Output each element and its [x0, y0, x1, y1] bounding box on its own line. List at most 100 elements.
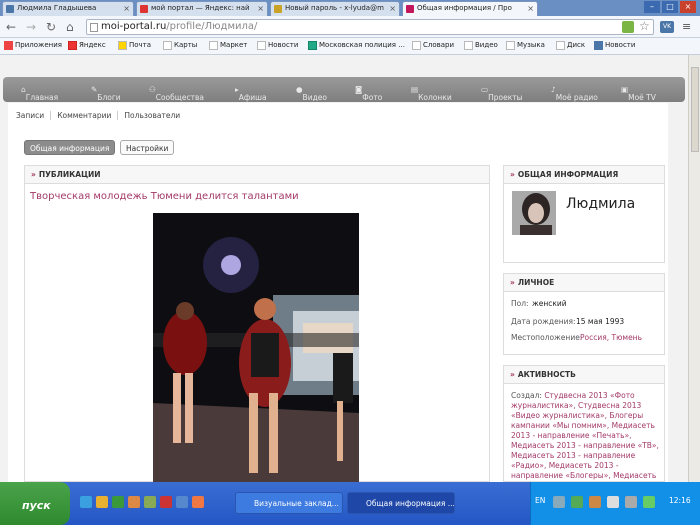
bookmark-item[interactable]: Яндекс [68, 41, 106, 50]
forward-icon[interactable]: → [26, 20, 36, 34]
quicklaunch-app2-icon[interactable] [176, 496, 188, 508]
subnav-comments[interactable]: Комментарии [57, 111, 119, 120]
minimize-icon[interactable]: – [644, 1, 660, 13]
tray-icon[interactable] [571, 496, 583, 508]
page-icon [163, 41, 172, 50]
tab-1[interactable]: Людмила Гладышева × [2, 1, 134, 16]
bookmark-item[interactable]: Диск [556, 41, 585, 50]
taskbar-window-1[interactable]: Визуальные заклад... [235, 492, 343, 514]
close-tab-icon[interactable]: × [389, 4, 396, 13]
close-window-icon[interactable]: × [680, 1, 696, 13]
activity-header-label: АКТИВНОСТЬ [517, 370, 576, 379]
bookmark-item[interactable]: Новости [257, 41, 299, 50]
quicklaunch-ie-icon[interactable] [80, 496, 92, 508]
avatar-image [512, 191, 556, 235]
publication-photo[interactable] [153, 213, 359, 485]
nav-tv[interactable]: ▣ Моё TV [621, 85, 656, 102]
close-tab-icon[interactable]: × [257, 4, 264, 13]
tab-2[interactable]: мой портал — Яндекс: най × [136, 1, 268, 16]
scrollbar-thumb[interactable] [691, 67, 699, 152]
bookmark-label: Новости [605, 41, 636, 49]
police-icon [308, 41, 317, 50]
volume-icon[interactable] [625, 496, 637, 508]
tab-3[interactable]: Новый пароль - x-lyuda@m × [270, 1, 400, 16]
page-icon [209, 41, 218, 50]
nav-home[interactable]: ⌂ Главная [21, 85, 58, 102]
start-button[interactable]: пуск [0, 482, 70, 525]
vk-extension-icon[interactable]: VK [660, 21, 674, 33]
taskbar-window-2[interactable]: Общая информация ... [347, 492, 455, 514]
home-icon[interactable]: ⌂ [66, 20, 74, 34]
quicklaunch-opera-icon[interactable] [160, 496, 172, 508]
browser-toolbar: ← → ↻ ⌂ moi-portal.ru/profile/Людмила/ ☆… [0, 16, 700, 38]
nav-afisha[interactable]: ▸ Афиша [235, 85, 267, 102]
page-icon [506, 41, 515, 50]
url-host: moi-portal.ru [101, 21, 167, 32]
bookmark-item[interactable]: Словари [412, 41, 454, 50]
nav-radio[interactable]: ♪ Моё радио [551, 85, 598, 102]
nav-video[interactable]: ● Видео [296, 85, 327, 102]
portal-favicon-icon [406, 5, 414, 13]
bookmark-item[interactable]: Приложения [4, 41, 62, 50]
yandex-icon [68, 41, 77, 50]
nav-photo[interactable]: ◙ Фото [355, 85, 382, 102]
quicklaunch-folder-icon[interactable] [96, 496, 108, 508]
close-tab-icon[interactable]: × [123, 4, 130, 13]
subnav-users[interactable]: Пользователи [124, 111, 186, 120]
profile-name: Людмила [566, 196, 636, 212]
reload-icon[interactable]: ↻ [46, 20, 56, 34]
bookmark-item[interactable]: Новости [594, 41, 636, 50]
taskbar-window-label: Общая информация ... [366, 499, 455, 508]
bookmark-label: Маркет [220, 41, 248, 49]
nav-label: Колонки [418, 93, 452, 102]
address-bar[interactable]: moi-portal.ru/profile/Людмила/ [86, 19, 654, 35]
avatar[interactable] [512, 191, 556, 235]
quicklaunch-app3-icon[interactable] [192, 496, 204, 508]
tab-4-active[interactable]: Общая информация / Про × [402, 1, 538, 16]
page-icon [90, 23, 98, 32]
quicklaunch-chrome-icon[interactable] [112, 496, 124, 508]
bookmark-item[interactable]: Видео [464, 41, 498, 50]
extension-icon[interactable] [622, 21, 634, 33]
maximize-icon[interactable]: □ [662, 1, 678, 13]
tab-general-info[interactable]: Общая информация [24, 140, 116, 155]
nav-label: Видео [302, 93, 327, 102]
bookmark-item[interactable]: Карты [163, 41, 197, 50]
scrollbar[interactable] [688, 55, 700, 482]
location-link[interactable]: Россия, Тюмень [580, 333, 642, 342]
tray-icon[interactable] [589, 496, 601, 508]
bookmark-item[interactable]: Московская полиция ... [308, 41, 405, 50]
nav-label: Проекты [488, 93, 523, 102]
bookmark-item[interactable]: Почта [118, 41, 151, 50]
language-indicator[interactable]: EN [535, 496, 545, 505]
vk-icon [594, 41, 603, 50]
tab-label: Общая информация / Про [417, 4, 512, 12]
network-icon[interactable] [643, 496, 655, 508]
bookmark-item[interactable]: Музыка [506, 41, 545, 50]
nav-blogs[interactable]: ✎ Блоги [91, 85, 121, 102]
tab-label: Новый пароль - x-lyuda@m [285, 4, 384, 12]
nav-communities[interactable]: ⚇ Сообщества [149, 85, 204, 102]
tray-icon[interactable] [553, 496, 565, 508]
close-tab-icon[interactable]: × [527, 4, 534, 13]
quicklaunch-firefox-icon[interactable] [128, 496, 140, 508]
menu-icon[interactable]: ≡ [682, 20, 691, 33]
activity-links[interactable]: Студвесна 2013 «Фото журналистика», Студ… [511, 391, 659, 490]
bookmark-label: Новости [268, 41, 299, 49]
nav-projects[interactable]: ▭ Проекты [481, 85, 523, 102]
bookmark-item[interactable]: Маркет [209, 41, 248, 50]
bookmark-label: Приложения [15, 41, 62, 49]
nav-columns[interactable]: ▤ Колонки [411, 85, 452, 102]
back-icon[interactable]: ← [6, 20, 16, 34]
tray-icon[interactable] [607, 496, 619, 508]
tab-settings[interactable]: Настройки [120, 140, 175, 155]
bookmark-star-icon[interactable]: ☆ [639, 19, 650, 33]
nav-label: Фото [362, 93, 383, 102]
publication-title[interactable]: Творческая молодежь Тюмени делится талан… [30, 191, 299, 202]
bookmark-label: Яндекс [79, 41, 106, 49]
tab-label: мой портал — Яндекс: най [151, 4, 250, 12]
quicklaunch-app-icon[interactable] [144, 496, 156, 508]
bookmark-label: Московская полиция ... [319, 41, 405, 49]
subnav-posts[interactable]: Записи [16, 111, 52, 120]
clock[interactable]: 12:16 [669, 496, 691, 505]
